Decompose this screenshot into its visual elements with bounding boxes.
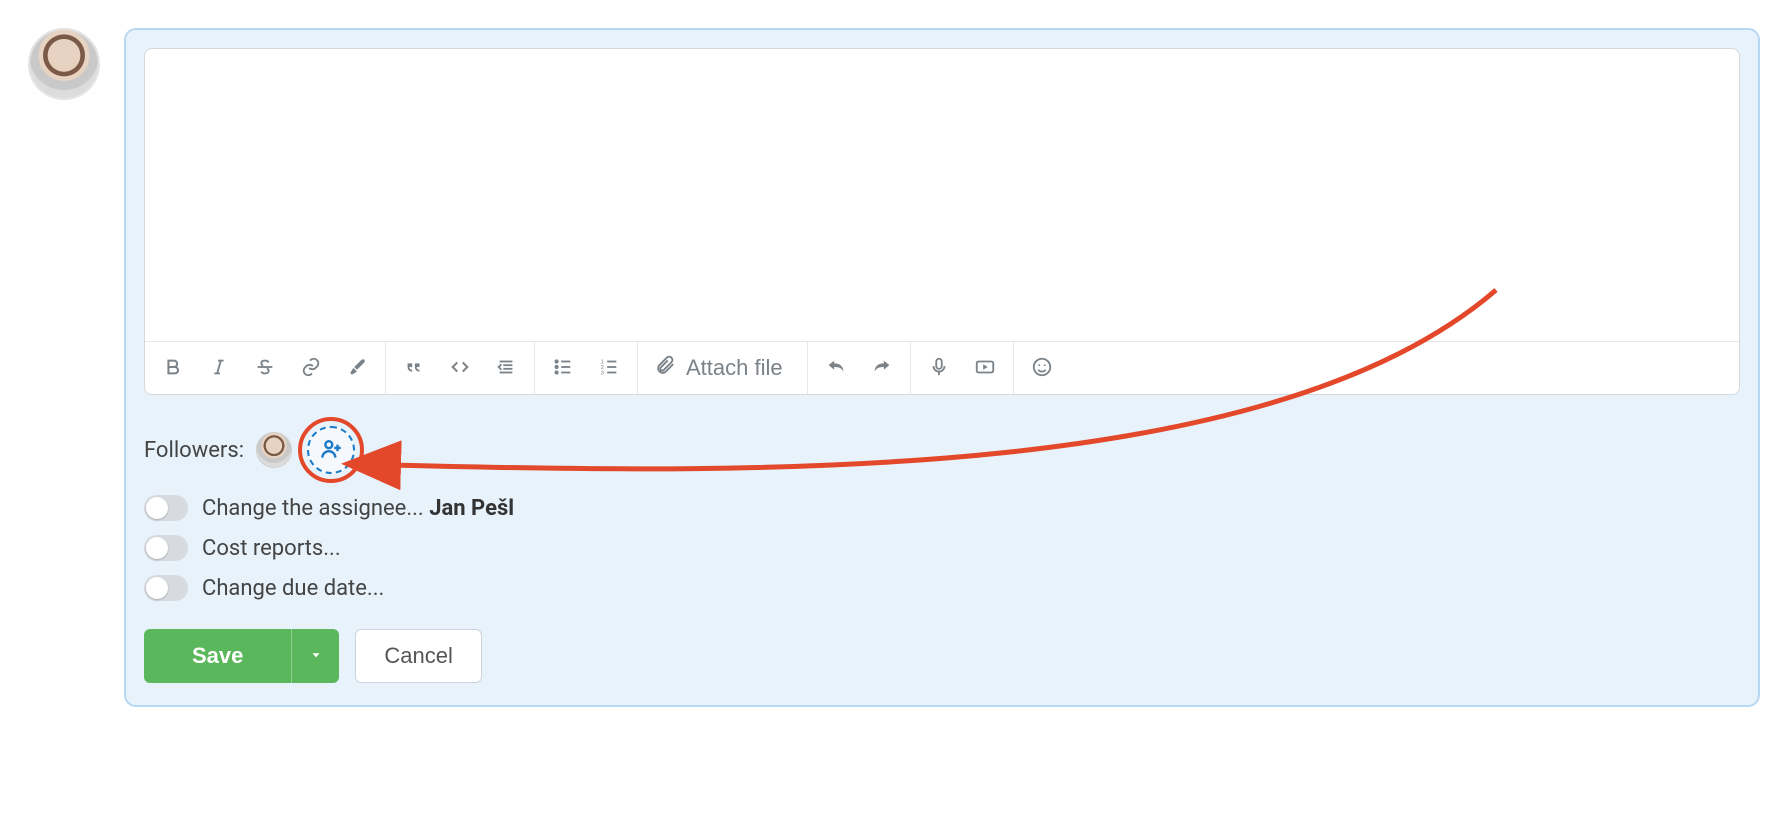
option-change-due-date: Change due date... bbox=[144, 575, 1740, 601]
option-change-assignee-label: Change the assignee... Jan Pešl bbox=[202, 496, 514, 521]
smile-icon bbox=[1031, 356, 1053, 381]
strikethrough-icon bbox=[254, 356, 276, 381]
code-icon bbox=[449, 356, 471, 381]
follower-avatar[interactable] bbox=[256, 432, 292, 468]
code-button[interactable] bbox=[438, 346, 482, 390]
numbered-list-button[interactable]: 123 bbox=[587, 346, 631, 390]
toolbar-group-history bbox=[808, 342, 911, 394]
redo-button[interactable] bbox=[860, 346, 904, 390]
toolbar-group-attach: Attach file bbox=[638, 342, 808, 394]
attach-file-label: Attach file bbox=[686, 355, 783, 381]
brush-button[interactable] bbox=[335, 346, 379, 390]
redo-icon bbox=[871, 356, 893, 381]
toolbar-group-format bbox=[145, 342, 386, 394]
toggle-change-due-date[interactable] bbox=[144, 575, 188, 601]
italic-icon bbox=[208, 356, 230, 381]
person-plus-icon bbox=[318, 436, 344, 465]
options-list: Change the assignee... Jan Pešl Cost rep… bbox=[144, 495, 1740, 601]
undo-icon bbox=[825, 356, 847, 381]
paperclip-icon bbox=[654, 354, 676, 382]
option-cost-reports-label: Cost reports... bbox=[202, 536, 341, 561]
save-button-group: Save bbox=[144, 629, 339, 683]
add-follower-highlight bbox=[298, 417, 364, 483]
comment-panel: 123 Attach file bbox=[124, 28, 1760, 707]
followers-label: Followers: bbox=[144, 438, 244, 463]
followers-row: Followers: bbox=[144, 417, 1740, 483]
outdent-icon bbox=[495, 356, 517, 381]
emoji-button[interactable] bbox=[1020, 346, 1064, 390]
bullet-list-icon bbox=[552, 356, 574, 381]
bold-icon bbox=[162, 356, 184, 381]
link-icon bbox=[300, 356, 322, 381]
undo-button[interactable] bbox=[814, 346, 858, 390]
quote-icon bbox=[403, 356, 425, 381]
video-icon bbox=[974, 356, 996, 381]
svg-text:3: 3 bbox=[601, 370, 604, 376]
strikethrough-button[interactable] bbox=[243, 346, 287, 390]
attach-file-button[interactable]: Attach file bbox=[644, 346, 801, 390]
mic-button[interactable] bbox=[917, 346, 961, 390]
bullet-list-button[interactable] bbox=[541, 346, 585, 390]
current-user-avatar bbox=[28, 28, 100, 100]
toolbar-group-media bbox=[911, 342, 1014, 394]
toggle-cost-reports[interactable] bbox=[144, 535, 188, 561]
italic-button[interactable] bbox=[197, 346, 241, 390]
button-row: Save Cancel bbox=[144, 629, 1740, 683]
toolbar-group-emoji bbox=[1014, 342, 1070, 394]
option-change-assignee-prefix: Change the assignee... bbox=[202, 496, 429, 521]
add-follower-button[interactable] bbox=[307, 426, 355, 474]
save-dropdown-button[interactable] bbox=[291, 629, 339, 683]
option-change-due-date-label: Change due date... bbox=[202, 576, 384, 601]
editor-body[interactable] bbox=[145, 49, 1739, 341]
microphone-icon bbox=[928, 356, 950, 381]
option-cost-reports: Cost reports... bbox=[144, 535, 1740, 561]
video-button[interactable] bbox=[963, 346, 1007, 390]
option-change-assignee-name: Jan Pešl bbox=[429, 496, 514, 521]
quote-button[interactable] bbox=[392, 346, 436, 390]
toolbar-group-list: 123 bbox=[535, 342, 638, 394]
option-change-assignee: Change the assignee... Jan Pešl bbox=[144, 495, 1740, 521]
toggle-change-assignee[interactable] bbox=[144, 495, 188, 521]
toolbar-group-block bbox=[386, 342, 535, 394]
outdent-button[interactable] bbox=[484, 346, 528, 390]
save-button[interactable]: Save bbox=[144, 629, 291, 683]
bold-button[interactable] bbox=[151, 346, 195, 390]
numbered-list-icon: 123 bbox=[598, 356, 620, 381]
brush-icon bbox=[346, 356, 368, 381]
caret-down-icon bbox=[309, 648, 323, 665]
editor-container: 123 Attach file bbox=[144, 48, 1740, 395]
link-button[interactable] bbox=[289, 346, 333, 390]
cancel-button[interactable]: Cancel bbox=[355, 629, 481, 683]
editor-toolbar: 123 Attach file bbox=[145, 341, 1739, 394]
